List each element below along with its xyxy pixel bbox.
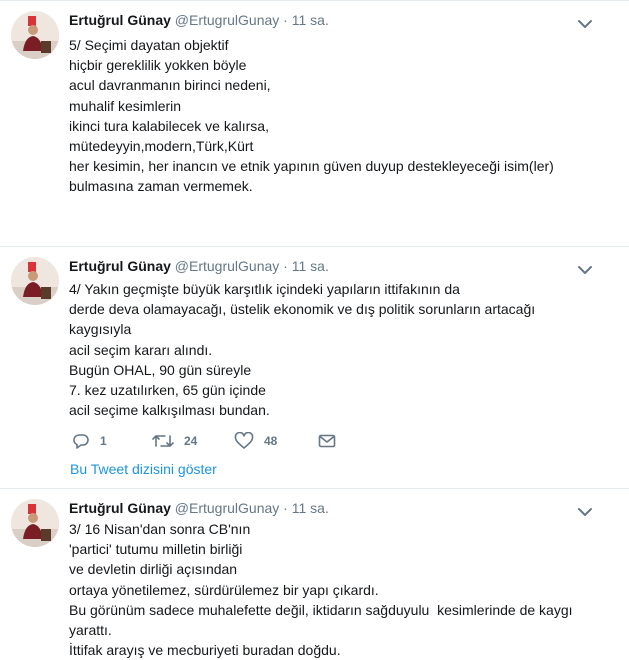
separator-dot: · [283, 500, 288, 516]
separator-dot: · [283, 258, 288, 274]
tweet-header: Ertuğrul Günay @ErtugrulGunay · 11 sa. [69, 258, 329, 274]
reply-count: 1 [100, 434, 107, 448]
avatar[interactable] [11, 499, 59, 547]
show-thread-link[interactable]: Bu Tweet dizisini göster [70, 461, 217, 477]
reply-button[interactable]: 1 [72, 431, 107, 451]
tweet[interactable]: Ertuğrul Günay @ErtugrulGunay · 11 sa. 3… [0, 488, 629, 659]
retweet-icon [152, 432, 174, 450]
tweet-timeline: Ertuğrul Günay @ErtugrulGunay · 11 sa. 5… [0, 0, 629, 659]
retweet-count: 24 [184, 434, 198, 448]
tweet-time[interactable]: 11 sa. [292, 500, 329, 516]
separator-dot: · [283, 12, 288, 28]
author-handle[interactable]: @ErtugrulGunay [175, 12, 279, 28]
avatar[interactable] [11, 257, 59, 305]
author-name[interactable]: Ertuğrul Günay [69, 12, 171, 28]
chevron-down-icon[interactable] [577, 16, 593, 28]
avatar[interactable] [11, 11, 59, 59]
like-count: 48 [264, 434, 278, 448]
tweet-header: Ertuğrul Günay @ErtugrulGunay · 11 sa. [69, 500, 329, 516]
tweet-header: Ertuğrul Günay @ErtugrulGunay · 11 sa. [69, 12, 329, 28]
direct-message-button[interactable] [318, 431, 336, 451]
tweet-text: 3/ 16 Nisan'dan sonra CB'nın 'partici' t… [69, 521, 573, 659]
envelope-icon [318, 433, 336, 449]
reply-icon [72, 432, 90, 450]
chevron-down-icon[interactable] [577, 504, 593, 516]
tweet-time[interactable]: 11 sa. [292, 12, 329, 28]
like-button[interactable]: 48 [234, 431, 277, 451]
heart-icon [234, 432, 254, 450]
author-name[interactable]: Ertuğrul Günay [69, 258, 171, 274]
author-handle[interactable]: @ErtugrulGunay [175, 258, 279, 274]
tweet-text: 4/ Yakın geçmişte büyük karşıtlık içinde… [69, 281, 536, 419]
chevron-down-icon[interactable] [577, 262, 593, 274]
tweet[interactable]: Ertuğrul Günay @ErtugrulGunay · 11 sa. 5… [0, 0, 629, 246]
retweet-button[interactable]: 24 [152, 431, 197, 451]
author-handle[interactable]: @ErtugrulGunay [175, 500, 279, 516]
tweet-text: 5/ Seçimi dayatan objektif hiçbir gerekl… [69, 37, 554, 195]
tweet-time[interactable]: 11 sa. [292, 258, 329, 274]
tweet[interactable]: Ertuğrul Günay @ErtugrulGunay · 11 sa. 4… [0, 246, 629, 488]
author-name[interactable]: Ertuğrul Günay [69, 500, 171, 516]
